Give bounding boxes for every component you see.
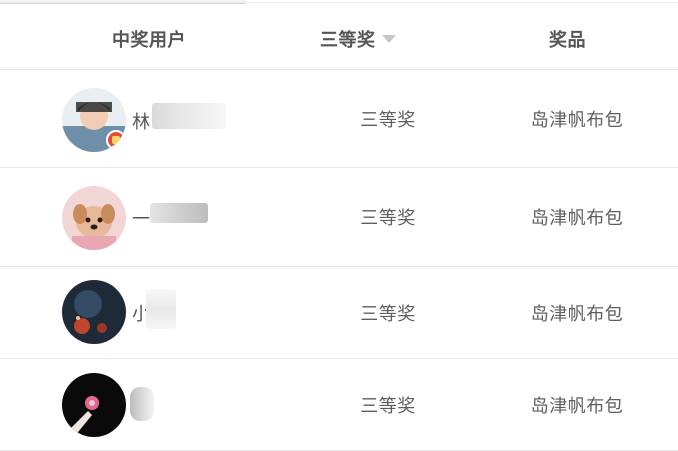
header-prize: 奖品 [549, 30, 586, 51]
gift-badge-icon [106, 130, 126, 150]
table-header-row: 中奖用户 三等奖 奖品 [0, 3, 678, 70]
winners-table: 中奖用户 三等奖 奖品 林 三等奖 岛津帆布包 一 三等奖 岛津帆布包 小 三等… [0, 3, 678, 451]
row-tier: 三等奖 [360, 303, 416, 325]
row-prize: 岛津帆布包 [530, 303, 624, 325]
dark-night-avatar-icon [62, 280, 126, 344]
user-name-visible: 一 [132, 209, 150, 230]
row-tier: 三等奖 [360, 208, 416, 229]
user-avatar[interactable] [62, 373, 126, 437]
table-row: 三等奖 岛津帆布包 [0, 359, 678, 451]
user-avatar[interactable] [62, 280, 126, 344]
table-row: 林 三等奖 岛津帆布包 [0, 70, 678, 168]
header-winner-user: 中奖用户 [112, 30, 186, 51]
header-tier-label: 三等奖 [320, 30, 376, 51]
row-prize: 岛津帆布包 [530, 109, 624, 131]
header-tier-sort[interactable]: 三等奖 [320, 26, 396, 52]
row-tier: 三等奖 [360, 109, 416, 131]
user-avatar[interactable] [62, 186, 126, 250]
row-prize: 岛津帆布包 [530, 208, 624, 229]
blurred-user-name-mask [130, 387, 154, 421]
user-avatar[interactable] [62, 88, 126, 152]
hand-dark-avatar-icon [62, 373, 126, 437]
puppy-avatar-icon [62, 186, 126, 250]
row-tier: 三等奖 [360, 395, 416, 417]
sort-caret-icon[interactable] [381, 35, 396, 43]
table-row: 小 三等奖 岛津帆布包 [0, 267, 678, 359]
table-row: 一 三等奖 岛津帆布包 [0, 168, 678, 267]
user-name-visible: 林 [132, 112, 150, 133]
row-prize: 岛津帆布包 [530, 395, 624, 417]
blurred-user-name-mask [150, 203, 208, 223]
blurred-user-name-mask [152, 103, 226, 129]
blurred-user-name-mask [146, 289, 176, 329]
